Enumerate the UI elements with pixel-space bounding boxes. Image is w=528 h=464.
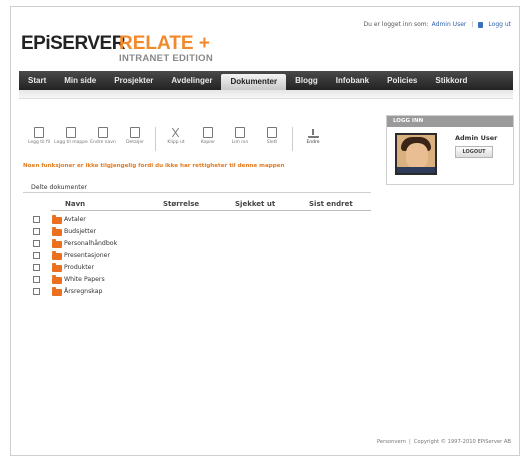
column-header-name[interactable]: Navn <box>65 200 85 208</box>
tool-label: Endre <box>306 140 320 145</box>
folder-link[interactable]: White Papers <box>64 276 105 283</box>
folder-icon <box>52 251 62 260</box>
nav-item-blogg[interactable]: Blogg <box>286 71 327 90</box>
section-title: Delte dokumenter <box>31 184 88 191</box>
details-icon <box>130 127 140 138</box>
cut-button[interactable]: Klipp ut <box>160 125 192 155</box>
nav-item-prosjekter[interactable]: Prosjekter <box>105 71 162 90</box>
folder-icon <box>52 227 62 236</box>
rename-icon <box>98 127 108 138</box>
logout-link[interactable]: Logg ut <box>488 21 511 28</box>
add-folder-button[interactable]: Legg til mappe <box>54 125 88 155</box>
divider <box>23 192 371 193</box>
toolbar-divider <box>155 127 156 151</box>
row-checkbox[interactable] <box>33 216 40 223</box>
tool-label: Endre navn <box>90 140 116 145</box>
documents-panel: Legg til fil Legg til mappe Endre navn D… <box>23 125 371 445</box>
copyright-text: Copyright © 1997-2010 EPiServer AB <box>413 439 511 445</box>
logo-brand: EPiSERVER <box>21 33 125 54</box>
tool-label: Klipp ut <box>167 140 185 145</box>
add-file-button[interactable]: Legg til fil <box>23 125 55 155</box>
folder-icon <box>52 263 62 272</box>
row-checkbox[interactable] <box>33 252 40 259</box>
cut-icon <box>171 127 181 138</box>
folder-link[interactable]: Avtaler <box>64 216 86 223</box>
logo-product: RELATE + <box>119 33 210 54</box>
paste-button[interactable]: Lim inn <box>224 125 256 155</box>
logo-edition: INTRANET EDITION <box>119 53 213 64</box>
folder-link[interactable]: Presentasjoner <box>64 252 110 259</box>
nav-item-infobank[interactable]: Infobank <box>327 71 378 90</box>
folder-link[interactable]: Budsjetter <box>64 228 96 235</box>
nav-item-avdelinger[interactable]: Avdelinger <box>162 71 221 90</box>
folder-icon <box>52 287 62 296</box>
tool-label: Kopier <box>200 140 216 145</box>
login-box: LOGG INN Admin User LOGOUT <box>386 115 514 185</box>
avatar-shirt <box>397 167 435 173</box>
nav-item-min-side[interactable]: Min side <box>55 71 105 90</box>
login-box-title: LOGG INN <box>387 116 513 127</box>
delete-icon <box>267 127 277 138</box>
footer: Personvern | Copyright © 1997-2010 EPiServ… <box>377 439 511 445</box>
tool-label: Lim inn <box>231 140 249 145</box>
folder-icon <box>52 239 62 248</box>
copy-button[interactable]: Kopier <box>192 125 224 155</box>
row-checkbox[interactable] <box>33 264 40 271</box>
divider <box>51 210 371 211</box>
sub-nav-strip <box>19 90 513 99</box>
table-row: Budsjetter <box>23 227 371 238</box>
avatar[interactable] <box>395 133 437 175</box>
delete-button[interactable]: Slett <box>256 125 288 155</box>
row-checkbox[interactable] <box>33 276 40 283</box>
file-add-icon <box>34 127 44 138</box>
folder-add-icon <box>66 127 76 138</box>
table-row: Avtaler <box>23 215 371 226</box>
upload-icon <box>307 127 319 138</box>
column-header-modified[interactable]: Sist endret <box>309 200 353 208</box>
login-user-name[interactable]: Admin User <box>455 134 497 142</box>
table-row: Presentasjoner <box>23 251 371 262</box>
header-user-links: Du er logget inn som: Admin User | Logg … <box>364 21 512 28</box>
document-toolbar: Legg til fil Legg til mappe Endre navn D… <box>23 125 371 155</box>
folder-icon <box>52 215 62 224</box>
rename-button[interactable]: Endre navn <box>87 125 119 155</box>
row-checkbox[interactable] <box>33 288 40 295</box>
page-frame: EPiSERVER RELATE + INTRANET EDITION Du e… <box>10 6 520 456</box>
table-row: Produkter <box>23 263 371 274</box>
logged-in-text: Du er logget inn som: <box>363 21 429 28</box>
privacy-link[interactable]: Personvern <box>377 439 406 445</box>
tool-label: Legg til mappe <box>54 140 88 145</box>
header-user-link[interactable]: Admin User <box>432 21 467 28</box>
nav-item-dokumenter[interactable]: Dokumenter <box>221 74 287 90</box>
row-checkbox[interactable] <box>33 240 40 247</box>
main-nav: Start Min side Prosjekter Avdelinger Dok… <box>19 71 513 90</box>
paste-icon <box>235 127 245 138</box>
copy-icon <box>203 127 213 138</box>
avatar-face <box>406 143 428 169</box>
nav-item-stikkord[interactable]: Stikkord <box>426 71 476 90</box>
tool-label: Detaljer <box>126 140 144 145</box>
permission-notice: Noen funksjoner er ikke tilgjengelig for… <box>23 163 285 169</box>
table-row: White Papers <box>23 275 371 286</box>
tool-label: Slett <box>266 140 278 145</box>
toolbar-divider <box>292 127 293 151</box>
lock-icon <box>478 21 484 28</box>
tool-label: Legg til fil <box>27 140 51 145</box>
logout-button[interactable]: LOGOUT <box>455 146 493 158</box>
folder-link[interactable]: Årsregnskap <box>64 288 102 295</box>
row-checkbox[interactable] <box>33 228 40 235</box>
folder-icon <box>52 275 62 284</box>
column-header-size[interactable]: Størrelse <box>163 200 199 208</box>
divider: | <box>471 21 474 28</box>
table-row: Personalhåndbok <box>23 239 371 250</box>
folder-link[interactable]: Produkter <box>64 264 94 271</box>
nav-item-policies[interactable]: Policies <box>378 71 426 90</box>
column-header-checked-out[interactable]: Sjekket ut <box>235 200 275 208</box>
folder-link[interactable]: Personalhåndbok <box>64 240 117 247</box>
edit-button[interactable]: Endre <box>297 125 329 155</box>
details-button[interactable]: Detaljer <box>119 125 151 155</box>
nav-item-start[interactable]: Start <box>19 71 55 90</box>
table-row: Årsregnskap <box>23 287 371 298</box>
divider: | <box>408 439 411 445</box>
